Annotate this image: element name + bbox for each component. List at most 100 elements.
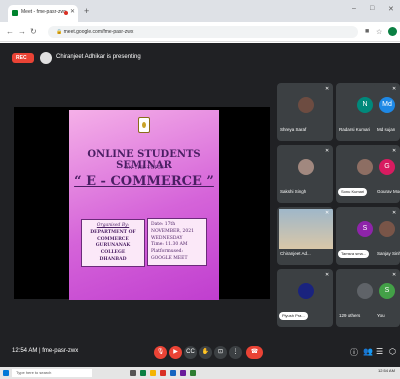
participant-avatar: S — [379, 283, 395, 299]
browser-toolbar: ← → ↻ 🔒 meet.google.com/fme-pasr-zwx ■ ☆ — [0, 22, 400, 42]
mic-off-button[interactable]: 🎙 — [154, 346, 167, 359]
bookmark-star-icon[interactable]: ☆ — [376, 28, 382, 36]
presenter-avatar — [40, 52, 52, 64]
leave-call-button[interactable]: ☎ — [246, 346, 263, 359]
app-taskbar-icon[interactable] — [180, 370, 186, 376]
date-line: Date: 17th NOVEMBER, 2021 — [151, 222, 194, 234]
back-icon[interactable]: ← — [6, 27, 14, 36]
close-tab-icon[interactable]: ✕ — [70, 8, 75, 15]
participant-tile[interactable]: S ✕ You — [374, 269, 400, 327]
participant-name: Chiranjeet Ad... — [280, 251, 311, 256]
participant-name: Sakshi Singh — [280, 189, 307, 194]
presentation-stage[interactable]: ONLINE STUDENTS SEMINAR ON THE TOPIC “ E… — [14, 107, 270, 300]
participant-tile[interactable]: ✕ Shreya Saraf — [277, 83, 333, 141]
participant-name: Radarsi Kumari — [339, 127, 371, 132]
college-logo — [138, 117, 150, 133]
presented-slide: ONLINE STUDENTS SEMINAR ON THE TOPIC “ E… — [69, 110, 219, 300]
mic-muted-icon: ✕ — [392, 148, 397, 154]
mic-muted-icon: ✕ — [325, 272, 330, 278]
camera-off-button[interactable]: ▶ — [169, 346, 182, 359]
explorer-taskbar-icon[interactable] — [150, 370, 156, 376]
participant-name: Piyush Pra... — [279, 312, 308, 320]
participant-tile[interactable]: Md ✕ Md sujan — [374, 83, 400, 141]
participant-avatar — [379, 221, 395, 237]
taskbar-search[interactable]: Type here to search — [12, 369, 92, 377]
participant-name: 129 others — [339, 313, 361, 318]
window-close-icon[interactable]: ✕ — [388, 5, 394, 13]
mic-muted-icon: ✕ — [325, 86, 330, 92]
tab-title: Meet - fme-pasr-zwx — [21, 9, 67, 15]
participant-avatar — [357, 283, 373, 299]
meet-window: REC Chiranjeet Adhikar is presenting ONL… — [0, 43, 400, 367]
window-restore-icon[interactable]: □ — [370, 5, 374, 12]
reload-icon[interactable]: ↻ — [30, 27, 37, 36]
raise-hand-button[interactable]: ✋ — [199, 346, 212, 359]
people-icon[interactable]: 👥 — [363, 347, 373, 356]
chat-icon[interactable]: ☰ — [376, 347, 383, 356]
app-taskbar-icon[interactable] — [160, 370, 166, 376]
participant-name: Gourav Modi — [377, 189, 400, 194]
mic-muted-icon: ✕ — [325, 210, 330, 216]
slide-subtitle: ON THE TOPIC — [124, 165, 164, 171]
address-bar[interactable]: 🔒 meet.google.com/fme-pasr-zwx — [48, 26, 358, 38]
present-button[interactable]: ⊡ — [214, 346, 227, 359]
mic-muted-icon: ✕ — [392, 86, 397, 92]
time-line: Time: 11.30 AM — [151, 242, 188, 248]
meet-topbar: REC Chiranjeet Adhikar is presenting — [0, 43, 400, 71]
more-options-button[interactable]: ⋮ — [229, 346, 242, 359]
meeting-clock: 12:54 AM | fme-pasr-zwx — [12, 348, 79, 354]
participant-avatar: Md — [379, 97, 395, 113]
participant-name: Sonu Kumari — [338, 188, 368, 196]
app-taskbar-icon[interactable] — [190, 370, 196, 376]
mic-muted-icon: ✕ — [392, 210, 397, 216]
schedule-box: Date: 17th NOVEMBER, 2021 WEDNESDAY Time… — [147, 218, 207, 266]
participant-avatar — [298, 159, 314, 175]
profile-avatar[interactable] — [388, 27, 397, 36]
camera-permission-icon[interactable]: ■ — [365, 28, 369, 35]
organiser-line: GURUNANAK COLLEGE — [95, 243, 131, 255]
os-taskbar: Type here to search 12:54 AM — [0, 367, 400, 379]
participant-tile[interactable]: ✕ Piyush Pra... — [277, 269, 333, 327]
taskbar-clock: 12:54 AM — [378, 368, 395, 373]
participant-tile[interactable]: ✕ Sakshi Singh — [277, 145, 333, 203]
recording-indicator-icon — [64, 11, 68, 15]
task-view-icon[interactable] — [130, 370, 136, 376]
participant-name: You — [377, 313, 385, 318]
organiser-box: Organised By: DEPARTMENT OF COMMERCE GUR… — [81, 219, 145, 267]
meet-controls-bar: 12:54 AM | fme-pasr-zwx 🎙 ▶ CC ✋ ⊡ ⋮ ☎ ⓘ… — [0, 339, 400, 367]
windows-start-icon[interactable] — [3, 370, 9, 376]
participant-avatar — [357, 159, 373, 175]
browser-tabstrip: Meet - fme-pasr-zwx ✕ + – □ ✕ — [0, 0, 400, 22]
organiser-line: DEPARTMENT OF COMMERCE — [90, 229, 136, 242]
participant-avatar: S — [357, 221, 373, 237]
participant-tile[interactable]: G ✕ Gourav Modi — [374, 145, 400, 203]
slide-topic: “ E - COMMERCE ” — [74, 174, 214, 189]
organiser-line: DHANBAD — [99, 256, 127, 262]
mic-muted-icon: ✕ — [392, 272, 397, 278]
presenter-status: Chiranjeet Adhikar is presenting — [56, 54, 141, 60]
app-taskbar-icon[interactable] — [170, 370, 176, 376]
activities-icon[interactable]: ⬡ — [389, 347, 396, 356]
participant-name: Tamsra sma... — [338, 250, 370, 258]
recording-badge: REC — [12, 53, 34, 63]
participant-avatar — [298, 283, 314, 299]
participant-name: Shreya Saraf — [280, 127, 307, 132]
chrome-taskbar-icon[interactable] — [140, 370, 146, 376]
participant-tile[interactable]: ✕ Chiranjeet Ad... — [277, 207, 333, 265]
participant-avatar: N — [357, 97, 373, 113]
browser-tab[interactable]: Meet - fme-pasr-zwx ✕ — [8, 5, 78, 22]
forward-icon[interactable]: → — [18, 27, 26, 36]
info-icon[interactable]: ⓘ — [350, 347, 358, 358]
participant-avatar: G — [379, 159, 395, 175]
lock-icon: 🔒 — [56, 29, 64, 35]
participant-tile[interactable]: ✕ Sanjay Sinha — [374, 207, 400, 265]
new-tab-icon[interactable]: + — [84, 6, 89, 16]
participant-avatar — [298, 97, 314, 113]
captions-button[interactable]: CC — [184, 346, 197, 359]
window-minimize-icon[interactable]: – — [352, 5, 356, 12]
meet-favicon-icon — [12, 10, 18, 16]
participant-name: Md sujan — [377, 127, 396, 132]
address-text: meet.google.com/fme-pasr-zwx — [63, 29, 134, 35]
mic-muted-icon: ✕ — [325, 148, 330, 154]
participant-name: Sanjay Sinha — [377, 251, 400, 256]
